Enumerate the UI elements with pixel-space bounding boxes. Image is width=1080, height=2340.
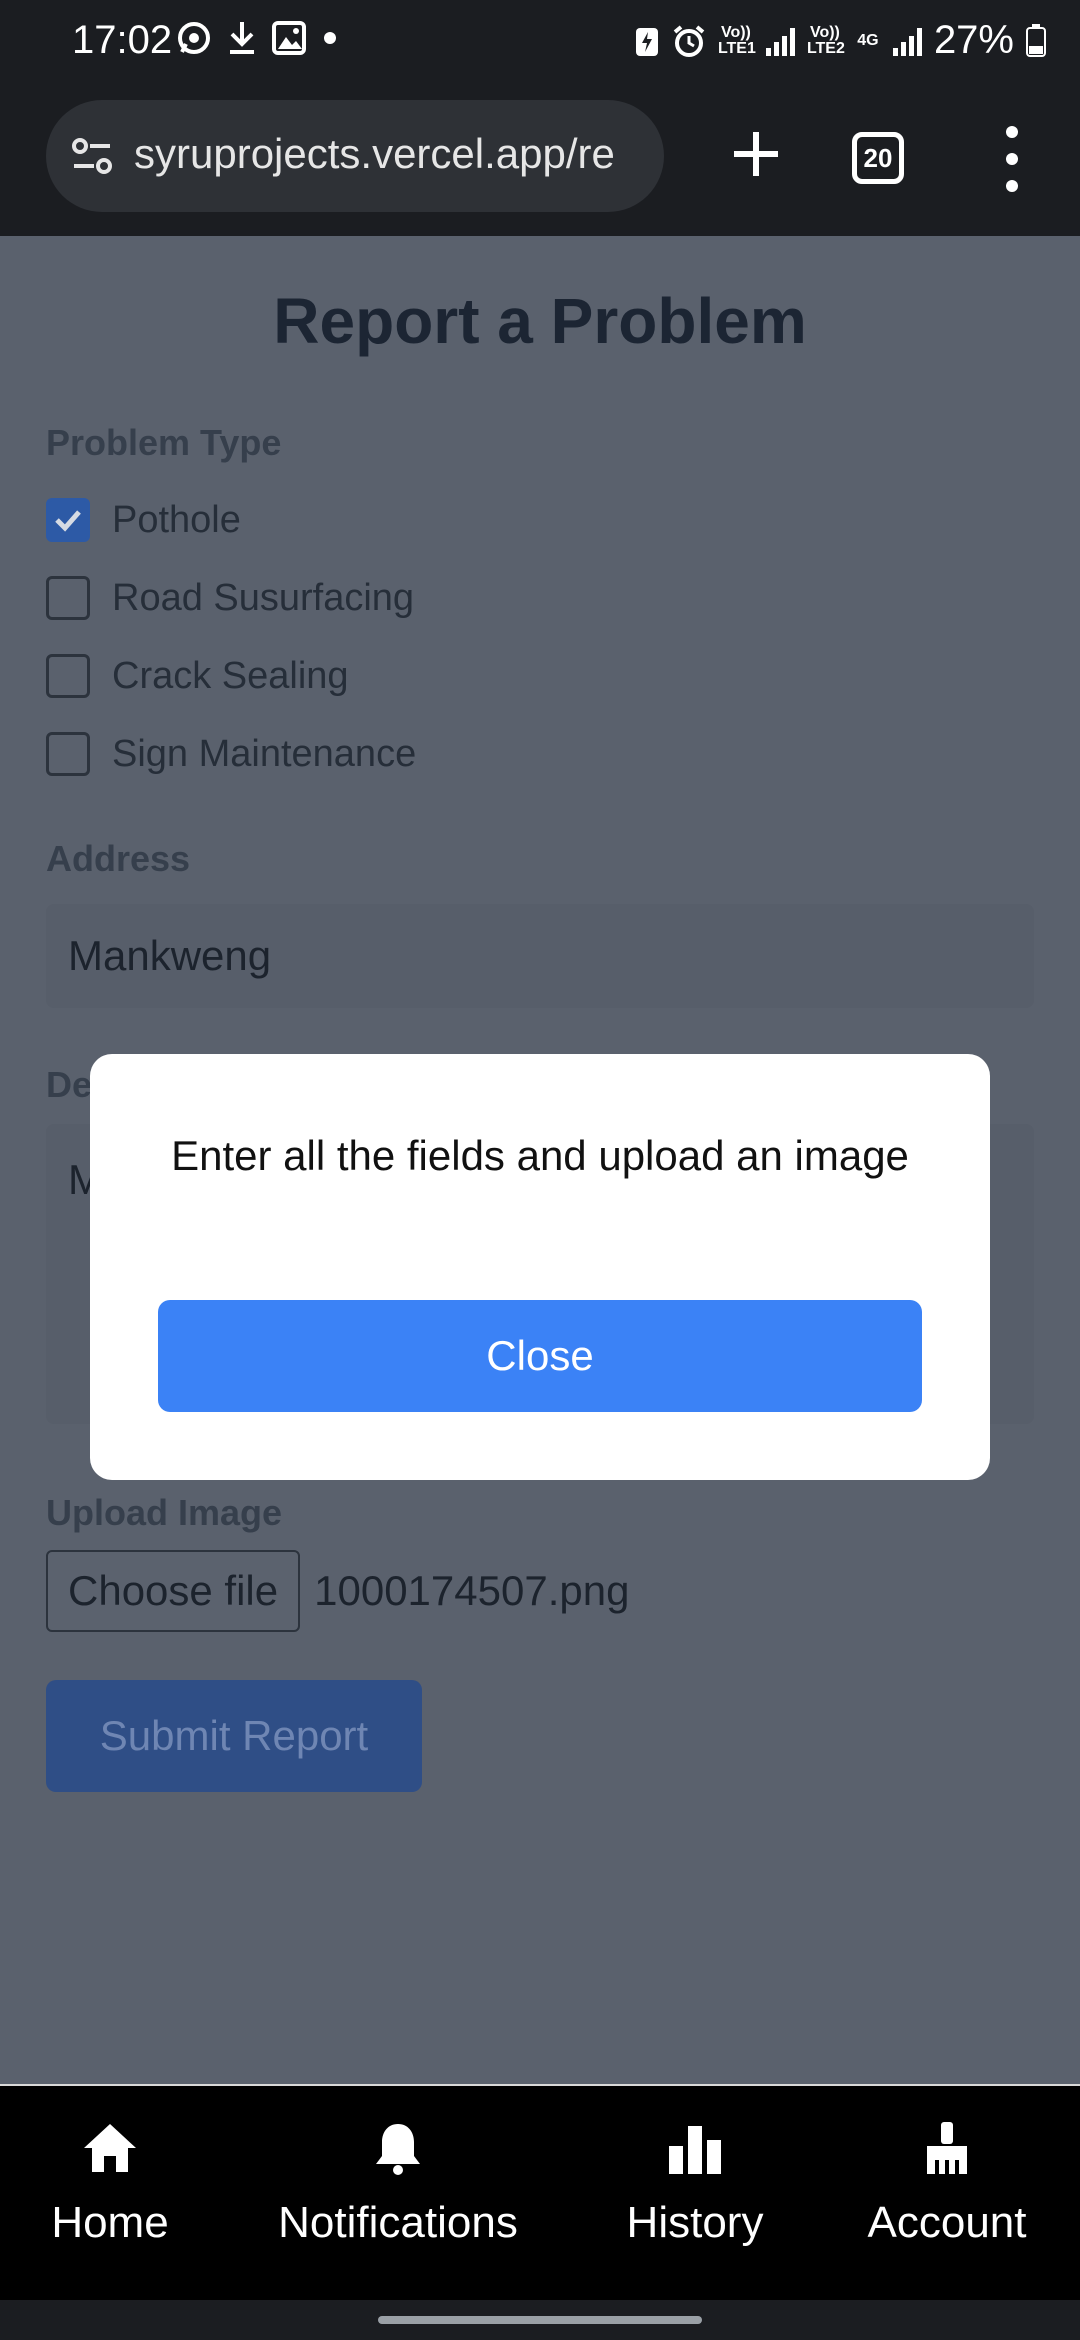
checkbox-label: Crack Sealing [112,654,349,697]
checkbox[interactable] [46,654,90,698]
new-tab-icon[interactable] [706,104,806,204]
selected-file-name: 1000174507.png [314,1567,630,1614]
checkbox[interactable] [46,576,90,620]
file-upload: Choose file 1000174507.png [46,1550,629,1632]
page-title: Report a Problem [273,285,807,357]
submit-report-button[interactable]: Submit Report [46,1680,422,1792]
dialog-message: Enter all the fields and upload an image [171,1132,909,1179]
home-icon [84,2124,136,2172]
notification-icons [176,20,340,56]
network-lte1: Vo)) LTE1 [717,23,756,57]
bell-icon [376,2124,420,2175]
nav-account[interactable]: Account [862,2120,1032,2248]
address-bar[interactable]: syruprojects.vercel.app/re [46,100,664,212]
network-lte2: Vo)) LTE2 [806,23,845,57]
home-gesture-handle[interactable] [378,2316,702,2324]
checkbox-label: Road Susurfacing [112,576,415,619]
nav-label: Notifications [278,2198,518,2247]
battery-icon [1026,23,1046,57]
whatsapp-icon [178,22,210,54]
signal-bars-2 [892,26,922,56]
nav-label: Account [867,2198,1027,2247]
signal-bars-1 [765,26,795,56]
checkbox[interactable] [46,732,90,776]
checkbox-label: Sign Maintenance [112,732,417,775]
system-navigation-bar [0,2300,1080,2340]
choose-file-button[interactable]: Choose file [46,1550,301,1632]
bottom-navigation: Home Notifications History Account [0,2084,1080,2300]
url-text[interactable]: syruprojects.vercel.app/re [134,130,644,178]
battery-percent: 27% [933,18,1014,62]
nav-label: Home [51,2198,169,2247]
close-button[interactable]: Close [158,1300,922,1412]
system-status: Vo)) LTE1 Vo)) LTE2 4G 27% [634,18,1046,63]
checkbox-crack-sealing[interactable]: Crack Sealing [46,654,349,698]
checkbox-sign-maintenance[interactable]: Sign Maintenance [46,732,416,776]
image-icon [272,21,306,55]
site-settings-icon[interactable] [70,134,114,178]
broom-icon [927,2122,967,2174]
dot-icon [324,32,336,44]
tab-switcher-button[interactable]: 20 [852,132,904,184]
clock: 17:02 [72,18,173,62]
problem-type-label: Problem Type [46,422,282,463]
description-label: De [46,1064,93,1105]
checkmark-icon [55,510,81,532]
nav-notifications[interactable]: Notifications [268,2120,528,2248]
battery-saver-icon [635,27,658,56]
status-bar: 17:02 Vo)) LTE1 Vo)) LTE2 4G 27% [0,0,1080,84]
download-icon [230,22,254,54]
checkbox-pothole[interactable]: Pothole [46,498,241,542]
more-menu-icon[interactable] [990,114,1034,204]
network-4g: 4G [857,31,879,49]
browser-toolbar: syruprojects.vercel.app/re 20 [0,84,1080,236]
nav-home[interactable]: Home [50,2120,170,2248]
alert-dialog: Enter all the fields and upload an image… [90,1054,990,1480]
bar-chart-icon [669,2126,721,2174]
nav-label: History [626,2198,764,2247]
checkbox[interactable] [46,498,90,542]
address-label: Address [46,838,191,879]
checkbox-label: Pothole [112,498,241,541]
checkbox-road-resurfacing[interactable]: Road Susurfacing [46,576,414,620]
alarm-icon [673,24,705,57]
address-input[interactable]: Mankweng [46,904,1034,1008]
upload-image-label: Upload Image [46,1492,283,1533]
nav-history[interactable]: History [620,2120,770,2248]
